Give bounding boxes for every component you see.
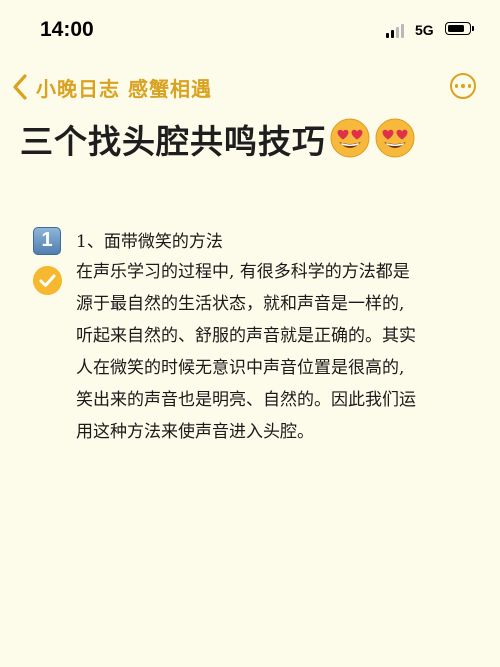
page-title-text: 三个找头腔共鸣技巧 [20,122,326,161]
back-chevron-icon [13,74,27,100]
nav-title: 小晚日志 感蟹相遇 [36,76,212,101]
heart-eyes-emoji [330,118,370,158]
back-link[interactable]: 小晚日志 感蟹相遇 [10,72,212,102]
network-label: 5G [415,22,434,38]
body-line: 笑出来的声音也是明亮、自然的。因此我们运 [76,390,416,410]
body-line: 听起来自然的、舒服的声音就是正确的。其实 [76,326,416,346]
keycap-one-icon: 1 [33,227,61,255]
body-line: 用这种方法来使声音进入头腔。 [76,422,314,442]
status-bar: 14:00 5G [0,0,500,58]
body-line: 人在微笑的时候无意识中声音位置是很高的, [76,358,405,378]
more-button[interactable] [450,73,476,99]
body-line: 源于最自然的生活状态，就和声音是一样的, [76,294,405,314]
body-line: 在声乐学习的过程中, 有很多科学的方法都是 [76,262,410,282]
page-title: 三个找头腔共鸣技巧 [20,115,490,163]
heart-eyes-emoji [375,118,415,158]
more-icon [454,84,459,88]
signal-icon [386,24,408,38]
check-icon [33,266,62,295]
status-time: 14:00 [40,18,94,41]
section-heading: 1、面带微笑的方法 [76,232,223,252]
nav-bar: 小晚日志 感蟹相遇 [0,70,500,110]
battery-icon [445,22,474,35]
section-body: 在声乐学习的过程中, 有很多科学的方法都是 源于最自然的生活状态，就和声音是一样… [76,256,486,448]
